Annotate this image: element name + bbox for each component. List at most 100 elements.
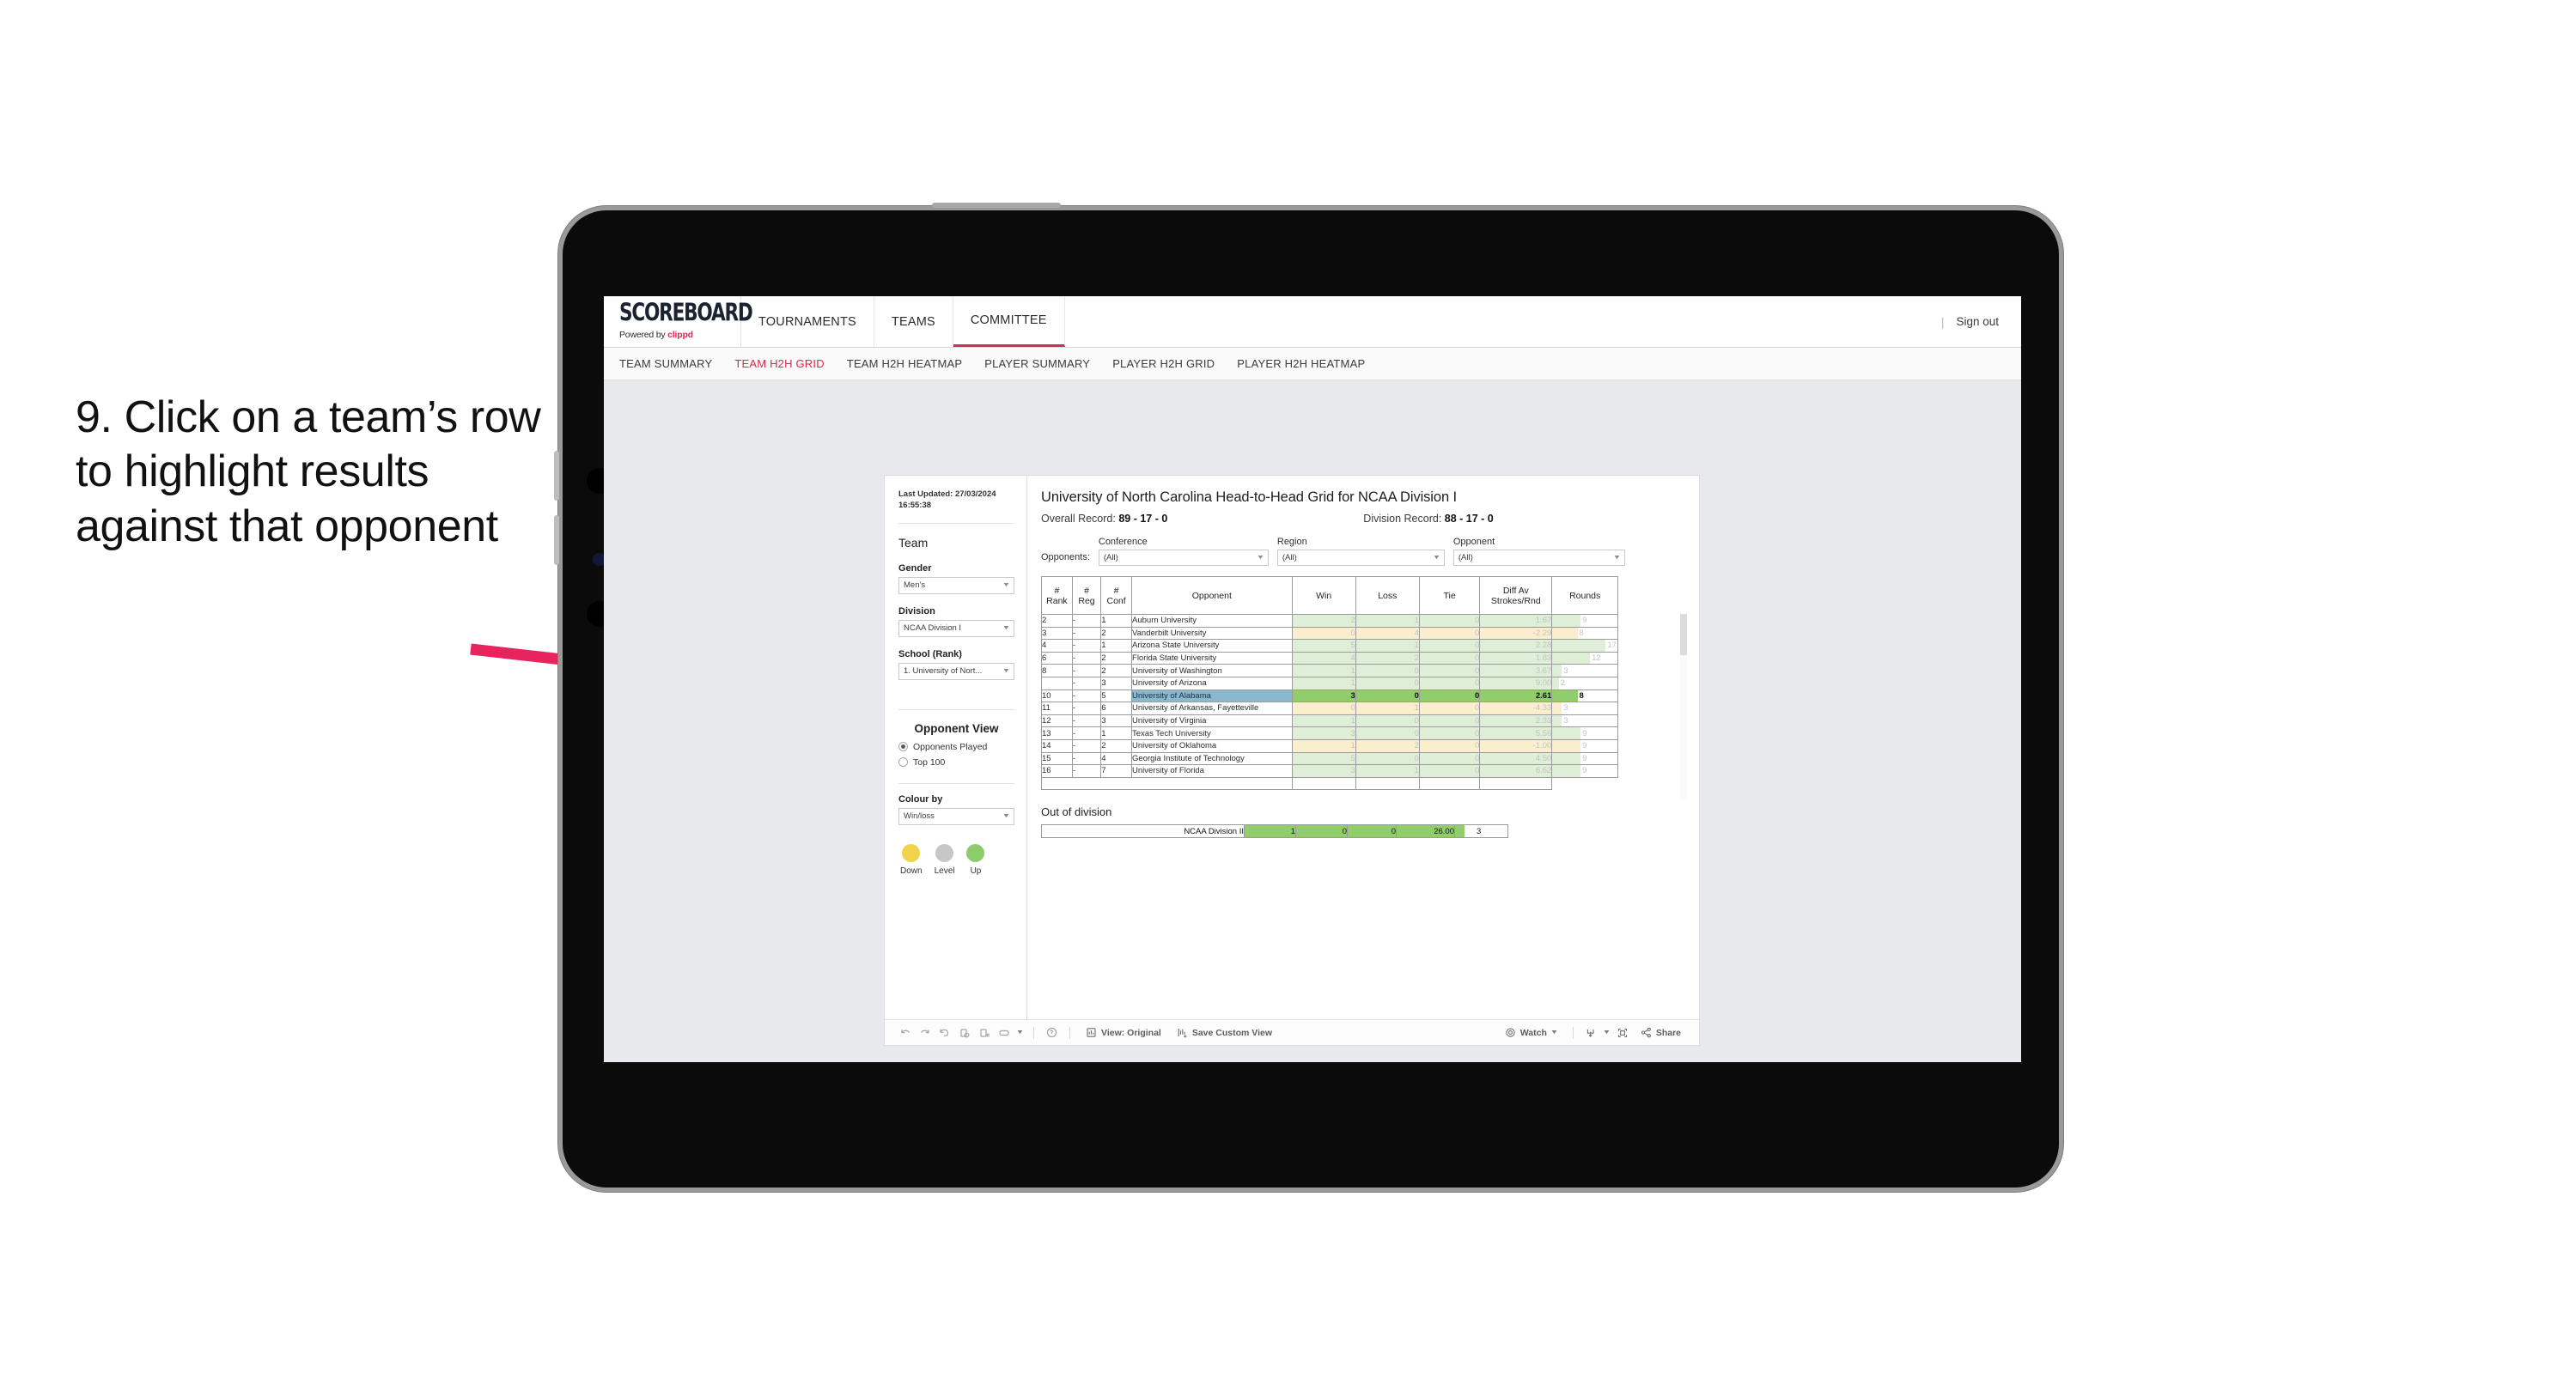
table-row[interactable]: 11-6 University of Arkansas, Fayetteville… — [1041, 702, 1618, 715]
col-diff[interactable]: Diff Av Strokes/Rnd — [1479, 576, 1553, 615]
device-layout-icon[interactable] — [994, 1023, 1014, 1042]
cell-reg: - — [1071, 702, 1102, 715]
table-row[interactable]: 10-5 University of Alabama 3 0 0 2.61 8 — [1041, 689, 1618, 703]
chevron-down-icon[interactable]: ▼ — [1014, 1023, 1026, 1042]
table-scrollbar-thumb[interactable] — [1680, 614, 1687, 655]
table-row[interactable]: 14-2 University of Oklahoma 1 2 0 -1.00 9 — [1041, 738, 1618, 753]
watch-button[interactable]: Watch ▼ — [1497, 1027, 1565, 1038]
subnav-team-summary[interactable]: TEAM SUMMARY — [619, 357, 712, 370]
cell-rank: 10 — [1041, 689, 1073, 703]
view-original-button[interactable]: View: Original — [1078, 1027, 1169, 1038]
cell-conf: 3 — [1100, 676, 1133, 690]
cell-win: 0 — [1291, 702, 1356, 715]
save-custom-view-button[interactable]: Save Custom View — [1169, 1027, 1280, 1038]
cell-diff: 1.67 — [1479, 614, 1553, 628]
school-select[interactable]: 1. University of Nort... ▼ — [898, 662, 1014, 680]
redo-icon[interactable] — [915, 1023, 935, 1042]
table-row[interactable]: 13-1 Texas Tech University 3 0 0 5.56 9 — [1041, 726, 1618, 740]
table-row[interactable]: 3-2 Vanderbilt University 0 4 0 -2.29 8 — [1041, 626, 1618, 641]
overall-record: Overall Record: 89 - 17 - 0 — [1041, 513, 1167, 525]
rounds-bar — [1552, 615, 1581, 627]
cell-win: 1 — [1291, 676, 1356, 690]
download-icon[interactable] — [1581, 1023, 1601, 1042]
cell-diff: 5.56 — [1479, 726, 1553, 740]
col-reg[interactable]: # Reg — [1071, 576, 1102, 615]
nav-teams[interactable]: TEAMS — [874, 296, 953, 347]
cell-opponent: University of Oklahoma — [1131, 738, 1293, 753]
cell-rounds: 3 — [1551, 702, 1618, 715]
col-win[interactable]: Win — [1291, 576, 1356, 615]
pause-icon[interactable] — [974, 1023, 994, 1042]
subnav-player-h2h-grid[interactable]: PLAYER H2H GRID — [1112, 357, 1215, 370]
tablet-volume-down-button[interactable] — [554, 515, 559, 565]
tablet-volume-up-button[interactable] — [554, 451, 559, 501]
refresh-icon[interactable] — [954, 1023, 974, 1042]
cell-win: 1 — [1291, 664, 1356, 677]
table-row[interactable]: 6-2 Florida State University 4 2 0 1.83 12 — [1041, 651, 1618, 665]
opponent-view-heading: Opponent View — [914, 721, 999, 735]
table-row[interactable]: 16-7 University of Florida 3 1 0 6.62 9 — [1041, 764, 1618, 778]
undo-icon[interactable] — [895, 1023, 915, 1042]
blank-cell — [1418, 776, 1481, 791]
col-tie[interactable]: Tie — [1418, 576, 1481, 615]
cell-tie: 0 — [1418, 639, 1481, 653]
revert-icon[interactable] — [935, 1023, 954, 1042]
ood-label: NCAA Division II — [1041, 824, 1245, 839]
signout-divider: | — [1940, 314, 1945, 329]
cell-loss: 2 — [1355, 651, 1420, 665]
fullscreen-icon[interactable] — [1613, 1023, 1633, 1042]
radio-top-100[interactable]: Top 100 — [898, 757, 1014, 768]
colour-by-select[interactable]: Win/loss ▼ — [898, 807, 1014, 825]
cell-opponent: Auburn University — [1131, 614, 1293, 628]
cell-win: 5 — [1291, 751, 1356, 766]
col-rounds[interactable]: Rounds — [1551, 576, 1618, 615]
rounds-bar — [1552, 727, 1581, 739]
table-row[interactable]: -3 University of Arizona 1 0 0 9.00 2 — [1041, 676, 1618, 690]
region-filter-label: Region — [1276, 537, 1307, 547]
table-row[interactable]: 15-4 Georgia Institute of Technology 5 0 0 4.… — [1041, 751, 1618, 766]
logo-wordmark: SCOREBOARD — [619, 299, 753, 327]
gender-select[interactable]: Men’s ▼ — [898, 576, 1014, 594]
cell-conf: 6 — [1100, 702, 1133, 715]
cell-win: 5 — [1291, 639, 1356, 653]
col-opponent[interactable]: Opponent — [1131, 576, 1293, 615]
opponent-filter-label: Opponent — [1452, 537, 1495, 547]
cell-opponent: Florida State University — [1131, 651, 1293, 665]
conference-select[interactable]: (All) ▼ — [1098, 550, 1269, 566]
col-loss[interactable]: Loss — [1355, 576, 1420, 615]
radio-opponents-played[interactable]: Opponents Played — [898, 742, 1014, 752]
cell-rounds: 9 — [1551, 764, 1618, 778]
col-conf[interactable]: # Conf — [1100, 576, 1133, 615]
cell-tie: 0 — [1418, 702, 1481, 715]
col-conf-text: Conf — [1106, 595, 1126, 606]
table-row[interactable]: 12-3 University of Virginia 1 0 0 2.33 3 — [1041, 714, 1618, 728]
nav-committee[interactable]: COMMITTEE — [953, 296, 1065, 347]
app-logo[interactable]: SCOREBOARD Powered by clippd — [604, 296, 753, 347]
cell-loss: 1 — [1355, 702, 1420, 715]
cell-loss: 1 — [1355, 764, 1420, 778]
subnav-team-h2h-heatmap[interactable]: TEAM H2H HEATMAP — [847, 357, 962, 370]
help-icon[interactable] — [1042, 1023, 1062, 1042]
col-rank[interactable]: # Rank — [1041, 576, 1073, 615]
sidebar-divider-1 — [898, 522, 1014, 524]
gender-label: Gender — [898, 562, 932, 574]
cell-conf: 7 — [1100, 764, 1133, 778]
subnav-player-summary[interactable]: PLAYER SUMMARY — [984, 357, 1090, 370]
cell-conf: 1 — [1100, 726, 1133, 740]
signout-link[interactable]: Sign out — [1956, 315, 1999, 328]
table-row[interactable]: 8-2 University of Washington 1 0 0 3.67 3 — [1041, 664, 1618, 677]
table-row[interactable]: 2-1 Auburn University 2 1 0 1.67 9 — [1041, 614, 1618, 628]
table-scrollbar[interactable] — [1680, 614, 1687, 801]
nav-tournaments[interactable]: TOURNAMENTS — [741, 296, 874, 347]
radio-selected-icon — [898, 742, 908, 752]
opponent-select[interactable]: (All) ▼ — [1452, 550, 1625, 566]
table-row[interactable]: 4-1 Arizona State University 5 1 0 2.28 17 — [1041, 639, 1618, 653]
region-select[interactable]: (All) ▼ — [1276, 550, 1445, 566]
subnav-team-h2h-grid[interactable]: TEAM H2H GRID — [734, 357, 824, 370]
subnav-player-h2h-heatmap[interactable]: PLAYER H2H HEATMAP — [1237, 357, 1365, 370]
chevron-down-icon[interactable]: ▼ — [1601, 1023, 1613, 1042]
share-button[interactable]: Share — [1633, 1027, 1689, 1038]
out-of-division-row[interactable]: NCAA Division II 1 0 0 26.00 3 — [1041, 824, 1508, 839]
cell-tie: 0 — [1418, 689, 1481, 703]
division-select[interactable]: NCAA Division I ▼ — [898, 619, 1014, 637]
